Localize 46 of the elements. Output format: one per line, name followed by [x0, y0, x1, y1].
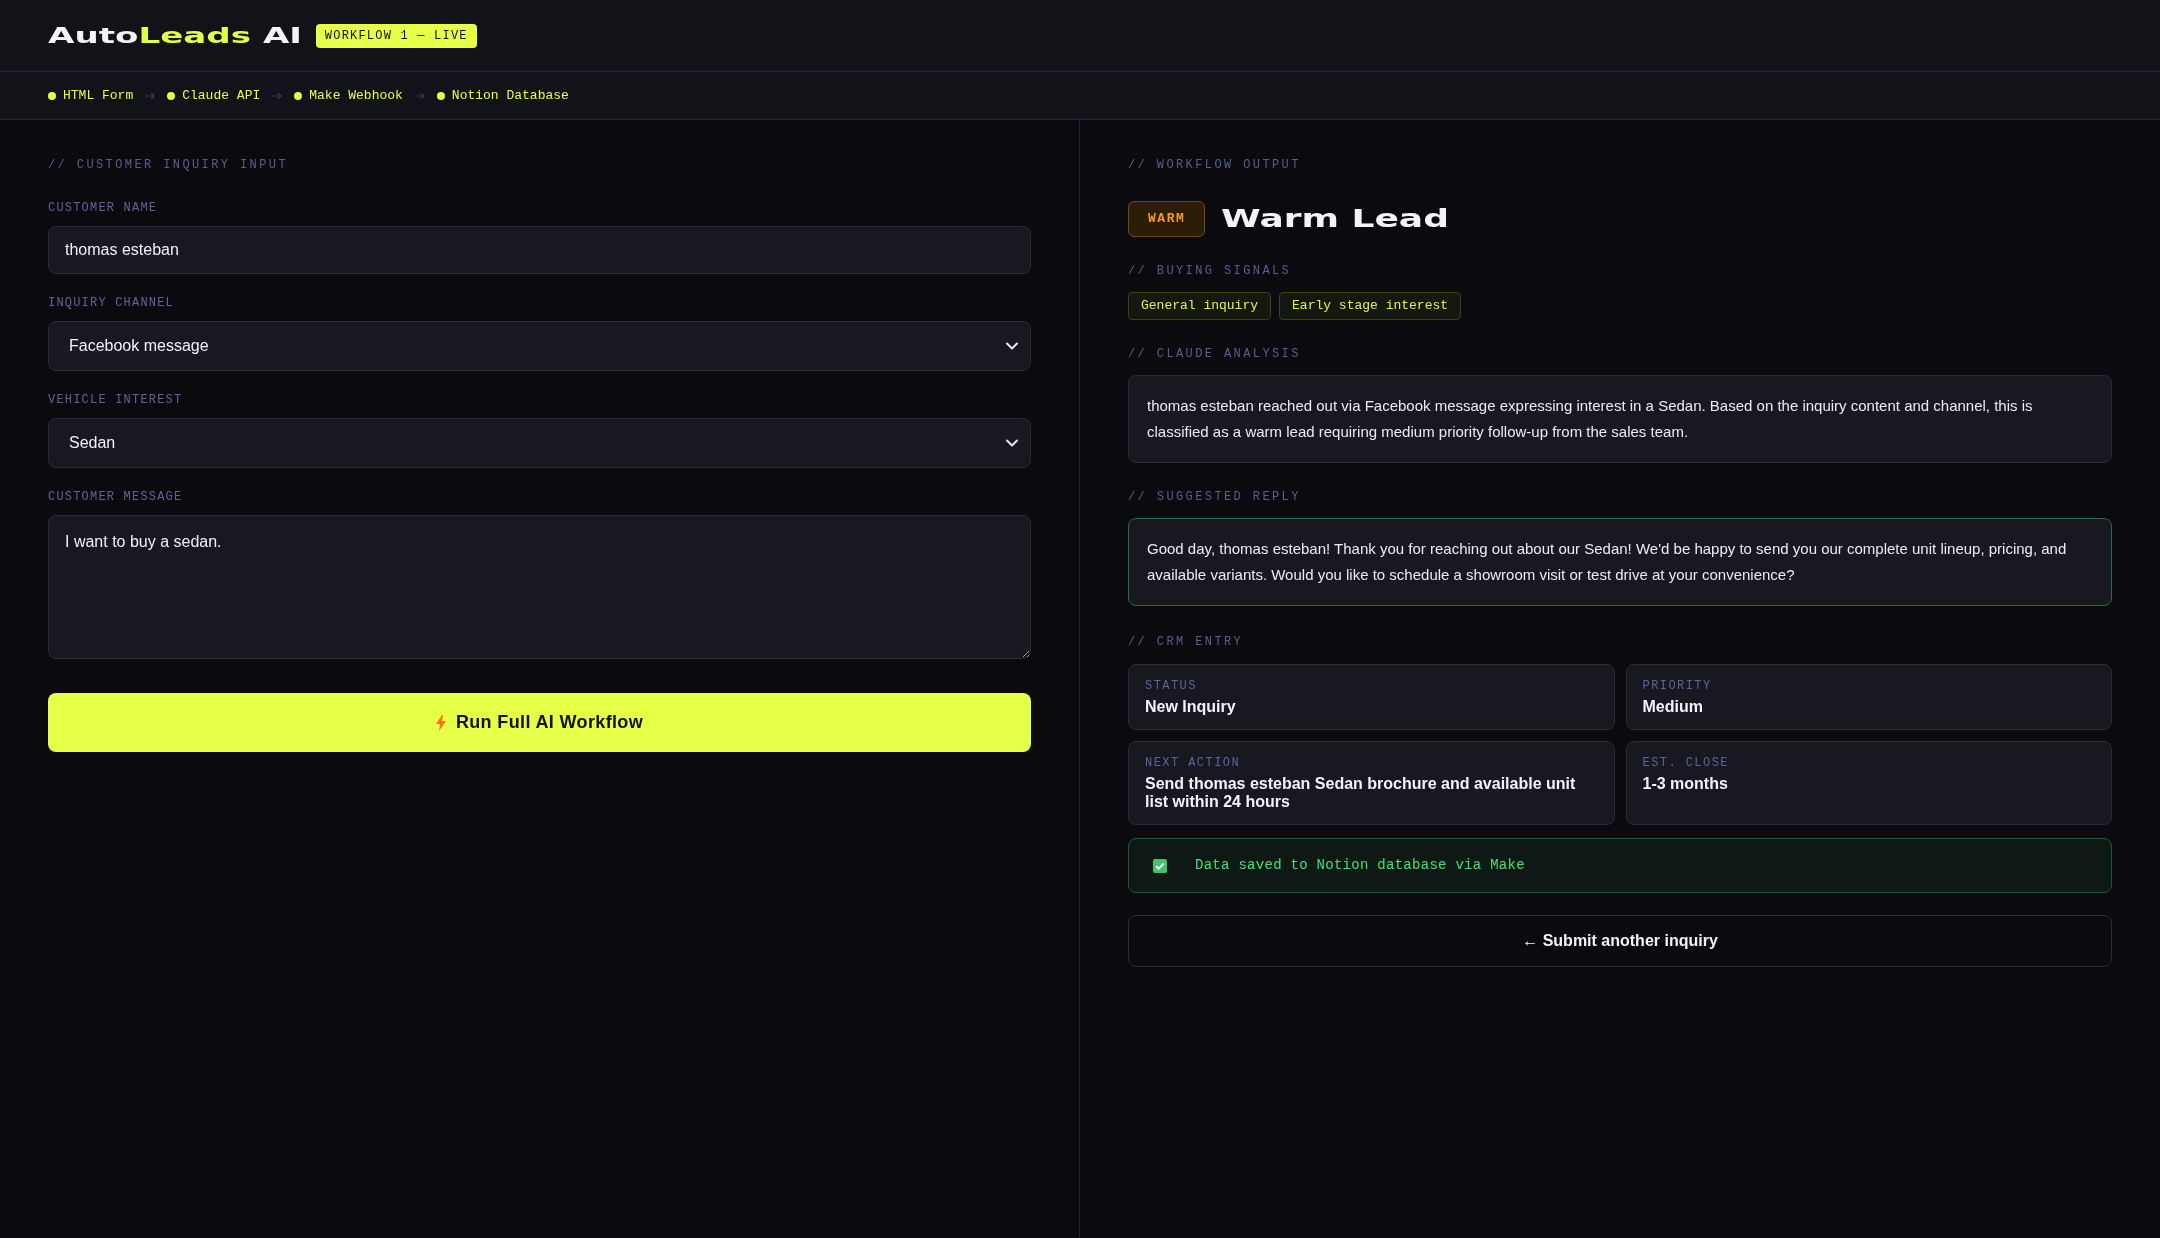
saved-notice-text: Data saved to Notion database via Make [1195, 856, 1525, 875]
status-dot-icon [48, 91, 56, 100]
status-dot-icon [167, 91, 176, 100]
status-dot-icon [436, 91, 445, 100]
section-title: // CRM ENTRY [1128, 634, 1245, 650]
crm-value: Medium [1642, 698, 1704, 716]
crm-value: New Inquiry [1145, 698, 1237, 716]
arrow-right-icon [145, 91, 156, 100]
signal-tag: General inquiry [1128, 292, 1272, 320]
lightning-icon [435, 714, 446, 731]
section-title: // WORKFLOW OUTPUT [1128, 157, 1302, 173]
select-dropdown[interactable]: Facebook message [48, 321, 1031, 371]
section-title: // BUYING SIGNALS [1128, 263, 1293, 279]
pipeline-step: HTML Form [63, 86, 134, 105]
crm-label: PRIORITY [1642, 678, 1713, 694]
text-input[interactable]: thomas esteban [48, 226, 1031, 274]
crm-value: Send thomas esteban Sedan brochure and available unit list within 24 hours [1145, 775, 1577, 811]
status-badge: WORKFLOW 1 — LIVE [315, 23, 477, 48]
run-workflow-button[interactable]: Run Full AI Workflow [48, 693, 1031, 752]
field-label: INQUIRY CHANNEL [48, 295, 176, 311]
lead-title: Warm Lead [1221, 207, 1450, 231]
check-square-icon [1153, 858, 1167, 873]
crm-label: NEXT ACTION [1145, 755, 1242, 771]
select-dropdown[interactable]: Sedan [48, 418, 1031, 468]
section-title: // CLAUDE ANALYSIS [1128, 346, 1302, 362]
status-dot-icon [294, 91, 303, 100]
analysis-text: thomas esteban reached out via Facebook message expressing interest in a Sedan. Based on the inquiry content and channel, this is classified as a warm lead requiring medium priority follow-up from the sales team. [1128, 375, 2112, 463]
crm-label: STATUS [1145, 678, 1198, 694]
logo: AutoLeads AI [48, 24, 302, 47]
lead-badge: WARM [1128, 201, 1206, 237]
submit-another-button[interactable]: ← Submit another inquiry [1128, 915, 2112, 967]
field-label: VEHICLE INTEREST [48, 392, 184, 408]
arrow-right-icon [414, 91, 425, 100]
crm-value: 1-3 months [1642, 775, 1729, 793]
textarea-input[interactable]: I want to buy a sedan. [48, 515, 1031, 659]
pipeline-step: Make Webhook [309, 86, 403, 105]
pipeline-step: Claude API [182, 86, 261, 105]
field-label: CUSTOMER NAME [48, 200, 159, 216]
suggested-reply-text: Good day, thomas esteban! Thank you for reaching out about our Sedan! We'd be happy to send you our complete unit lineup, pricing, and available variants. Would you like to schedule a showroom visit or test drive at your convenience? [1128, 518, 2112, 606]
arrow-right-icon [272, 91, 283, 100]
crm-label: EST. CLOSE [1642, 755, 1730, 771]
section-title: // CUSTOMER INQUIRY INPUT [48, 157, 290, 173]
pipeline-step: Notion Database [451, 86, 569, 105]
signal-tag: Early stage interest [1279, 292, 1462, 320]
section-title: // SUGGESTED REPLY [1128, 489, 1302, 505]
field-label: CUSTOMER MESSAGE [48, 489, 184, 505]
